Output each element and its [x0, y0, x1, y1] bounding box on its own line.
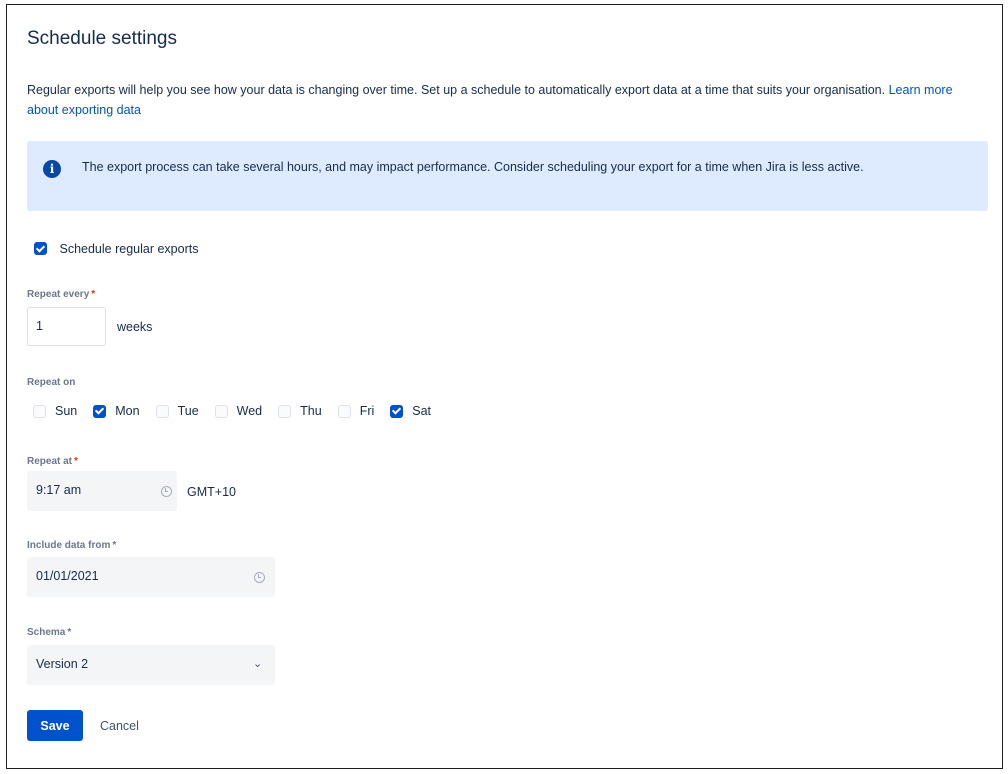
day-sat[interactable]: Sat: [390, 404, 431, 418]
cancel-button[interactable]: Cancel: [95, 710, 144, 741]
timezone: GMT+10: [187, 485, 236, 499]
schedule-regular-exports[interactable]: Schedule regular exports: [34, 241, 198, 256]
description: Regular exports will help you see how yo…: [27, 80, 957, 120]
save-button[interactable]: Save: [27, 710, 83, 741]
day-label: Sat: [412, 404, 432, 418]
day-wed[interactable]: Wed: [214, 404, 263, 418]
day-checkbox[interactable]: [33, 404, 46, 418]
day-label: Fri: [359, 404, 375, 418]
include-data-from-label: Include data from *: [27, 540, 117, 551]
day-checkbox[interactable]: [93, 404, 107, 418]
calendar-icon: [254, 572, 265, 583]
day-label: Sun: [55, 404, 78, 418]
schema-label: Schema *: [27, 627, 72, 638]
repeat-at-time-input[interactable]: 9:17 am: [27, 471, 177, 511]
day-label: Wed: [236, 404, 263, 418]
day-sun[interactable]: Sun: [33, 404, 77, 418]
day-checkbox[interactable]: [278, 404, 292, 418]
schedule-checkbox[interactable]: [34, 242, 47, 256]
include-data-from-input[interactable]: 01/01/2021: [27, 557, 275, 597]
schedule-checkbox-label: Schedule regular exports: [59, 241, 199, 256]
description-text: Regular exports will help you see how yo…: [27, 83, 886, 97]
day-checkbox[interactable]: [337, 404, 351, 418]
info-icon: i: [43, 160, 61, 178]
chevron-down-icon: ⌄: [253, 658, 263, 670]
day-checkbox[interactable]: [155, 404, 169, 418]
schema-select[interactable]: Version 2 ⌄: [27, 645, 275, 685]
day-fri[interactable]: Fri: [337, 404, 375, 418]
day-checkbox[interactable]: [390, 404, 404, 418]
repeat-units: weeks: [117, 320, 153, 334]
repeat-at-label: Repeat at *: [27, 456, 78, 467]
clock-icon: [161, 486, 172, 497]
day-label: Thu: [300, 404, 322, 418]
day-label: Tue: [177, 404, 199, 418]
day-tue[interactable]: Tue: [155, 404, 199, 418]
info-banner: i The export process can take several ho…: [27, 141, 988, 211]
day-mon[interactable]: Mon: [93, 404, 140, 418]
day-thu[interactable]: Thu: [278, 404, 322, 418]
repeat-on-label: Repeat on: [27, 377, 76, 388]
repeat-every-input[interactable]: 1: [27, 307, 106, 346]
repeat-every-label: Repeat every *: [27, 289, 96, 300]
day-checkbox[interactable]: [214, 404, 228, 418]
day-label: Mon: [115, 404, 140, 418]
page-title: Schedule settings: [27, 28, 177, 49]
info-banner-text: The export process can take several hour…: [82, 160, 864, 174]
repeat-on-days: Sun Mon Tue Wed Thu Fri Sat: [33, 404, 447, 418]
